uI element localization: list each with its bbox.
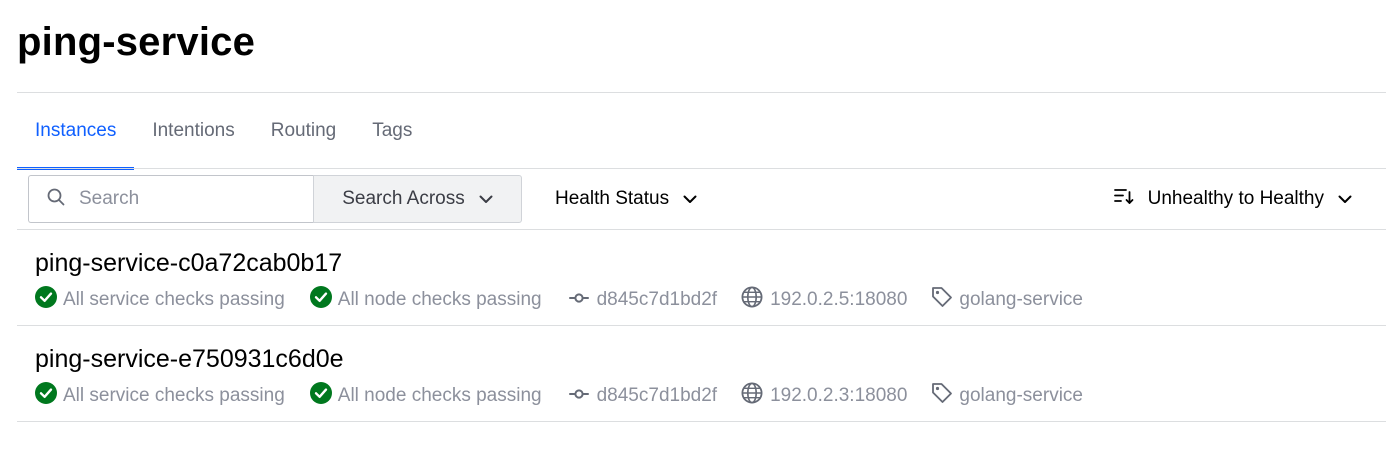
tab-tags[interactable]: Tags [354, 93, 430, 169]
check-circle-icon [309, 382, 332, 410]
node-id-text: d845c7d1bd2f [596, 289, 718, 310]
health-status-filter[interactable]: Health Status [555, 175, 697, 223]
chevron-down-icon [479, 188, 493, 210]
sort-desc-icon [1113, 187, 1134, 211]
instance-address: 192.0.2.5:18080 [741, 286, 907, 314]
globe-icon [741, 286, 763, 314]
node-id-text: d845c7d1bd2f [596, 385, 718, 406]
sort-dropdown[interactable]: Unhealthy to Healthy [1113, 175, 1352, 223]
git-commit-icon [568, 385, 589, 407]
chevron-down-icon [683, 188, 697, 210]
instance-address: 192.0.2.3:18080 [741, 382, 907, 410]
service-checks-text: All service checks passing [63, 385, 285, 406]
page-title: ping-service [17, 20, 256, 64]
service-checks-status: All service checks passing [35, 286, 285, 314]
service-checks-text: All service checks passing [63, 289, 285, 310]
node-checks-status: All node checks passing [309, 382, 542, 410]
check-circle-icon [35, 382, 57, 410]
search-field[interactable] [28, 175, 314, 223]
instance-tag: golang-service [931, 286, 1083, 314]
node-id: d845c7d1bd2f [568, 289, 718, 311]
list-item[interactable]: ping-service-c0a72cab0b17 All service ch… [17, 230, 1386, 326]
tab-routing[interactable]: Routing [253, 93, 355, 169]
globe-icon [741, 382, 763, 410]
tag-icon [931, 286, 953, 314]
health-status-label: Health Status [555, 188, 670, 209]
search-across-dropdown[interactable]: Search Across [313, 175, 522, 223]
search-icon [47, 188, 65, 211]
check-circle-icon [35, 286, 57, 314]
node-checks-status: All node checks passing [309, 286, 542, 314]
git-commit-icon [568, 289, 589, 311]
tab-bar: Instances Intentions Routing Tags [17, 93, 430, 170]
instance-name[interactable]: ping-service-c0a72cab0b17 [35, 248, 342, 278]
search-across-label: Search Across [342, 188, 465, 209]
address-text: 192.0.2.3:18080 [770, 385, 908, 406]
node-id: d845c7d1bd2f [568, 385, 718, 407]
instance-meta: All service checks passing All node chec… [35, 286, 1083, 314]
service-checks-status: All service checks passing [35, 382, 285, 410]
instance-meta: All service checks passing All node chec… [35, 382, 1083, 410]
instance-name[interactable]: ping-service-e750931c6d0e [35, 344, 344, 374]
tab-instances[interactable]: Instances [17, 93, 135, 170]
check-circle-icon [309, 286, 332, 314]
tag-icon [931, 382, 953, 410]
address-text: 192.0.2.5:18080 [770, 289, 908, 310]
node-checks-text: All node checks passing [337, 289, 542, 310]
tag-text: golang-service [959, 385, 1083, 406]
chevron-down-icon [1338, 188, 1352, 210]
sort-label: Unhealthy to Healthy [1147, 188, 1324, 209]
search-input[interactable] [79, 188, 299, 210]
node-checks-text: All node checks passing [337, 385, 542, 406]
tab-intentions[interactable]: Intentions [134, 93, 252, 169]
tabs-divider [17, 168, 1386, 169]
instance-tag: golang-service [931, 382, 1083, 410]
list-item[interactable]: ping-service-e750931c6d0e All service ch… [17, 326, 1386, 422]
tag-text: golang-service [959, 289, 1083, 310]
